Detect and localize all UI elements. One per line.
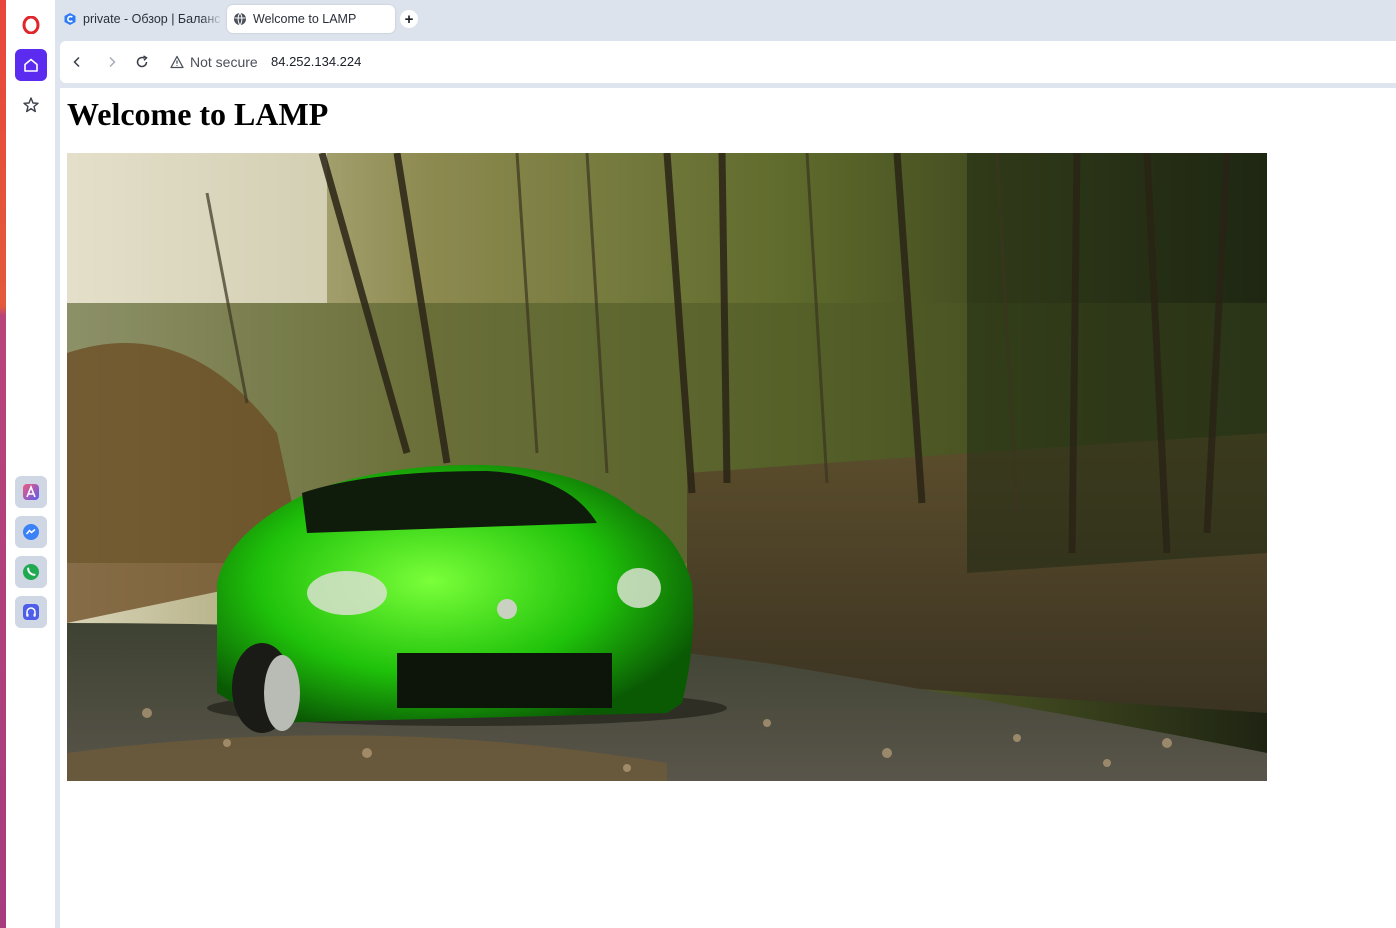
security-label: Not secure <box>190 54 258 70</box>
back-button[interactable] <box>68 53 86 71</box>
tab-label: private - Обзор | Баланс <box>83 12 221 26</box>
tab-private-overview[interactable]: private - Обзор | Баланс <box>61 5 223 33</box>
tab-bar: private - Обзор | Баланс Welcome to LAMP… <box>55 0 1396 41</box>
page-heading: Welcome to LAMP <box>67 96 329 132</box>
tab-label: Welcome to LAMP <box>253 12 357 26</box>
car-photo <box>67 153 1267 781</box>
chevron-left-icon <box>73 56 80 68</box>
reload-button[interactable] <box>133 53 151 71</box>
globe-icon <box>234 12 246 26</box>
security-indicator[interactable]: Not secure <box>170 53 258 71</box>
page-content: Welcome to LAMP <box>60 88 1396 928</box>
whatsapp-icon[interactable] <box>15 556 47 588</box>
home-button[interactable] <box>15 49 47 81</box>
url-text[interactable]: 84.252.134.224 <box>271 54 361 69</box>
reload-icon <box>136 55 148 68</box>
tab-fade <box>201 5 223 33</box>
sidebar <box>6 0 55 928</box>
player-icon[interactable] <box>15 596 47 628</box>
chevron-right-icon <box>109 56 116 68</box>
forward-button[interactable] <box>103 53 121 71</box>
messenger-icon[interactable] <box>15 516 47 548</box>
opera-logo-icon[interactable] <box>15 9 47 41</box>
blue-c-icon <box>64 13 76 25</box>
address-bar: Not secure 84.252.134.224 <box>60 41 1396 83</box>
warning-triangle-icon <box>170 55 184 69</box>
aria-icon[interactable] <box>15 476 47 508</box>
new-tab-button[interactable]: + <box>400 10 418 28</box>
bookmarks-button[interactable] <box>15 89 47 121</box>
star-icon <box>23 97 39 113</box>
tab-welcome-to-lamp[interactable]: Welcome to LAMP <box>227 5 395 33</box>
home-icon <box>24 58 38 72</box>
